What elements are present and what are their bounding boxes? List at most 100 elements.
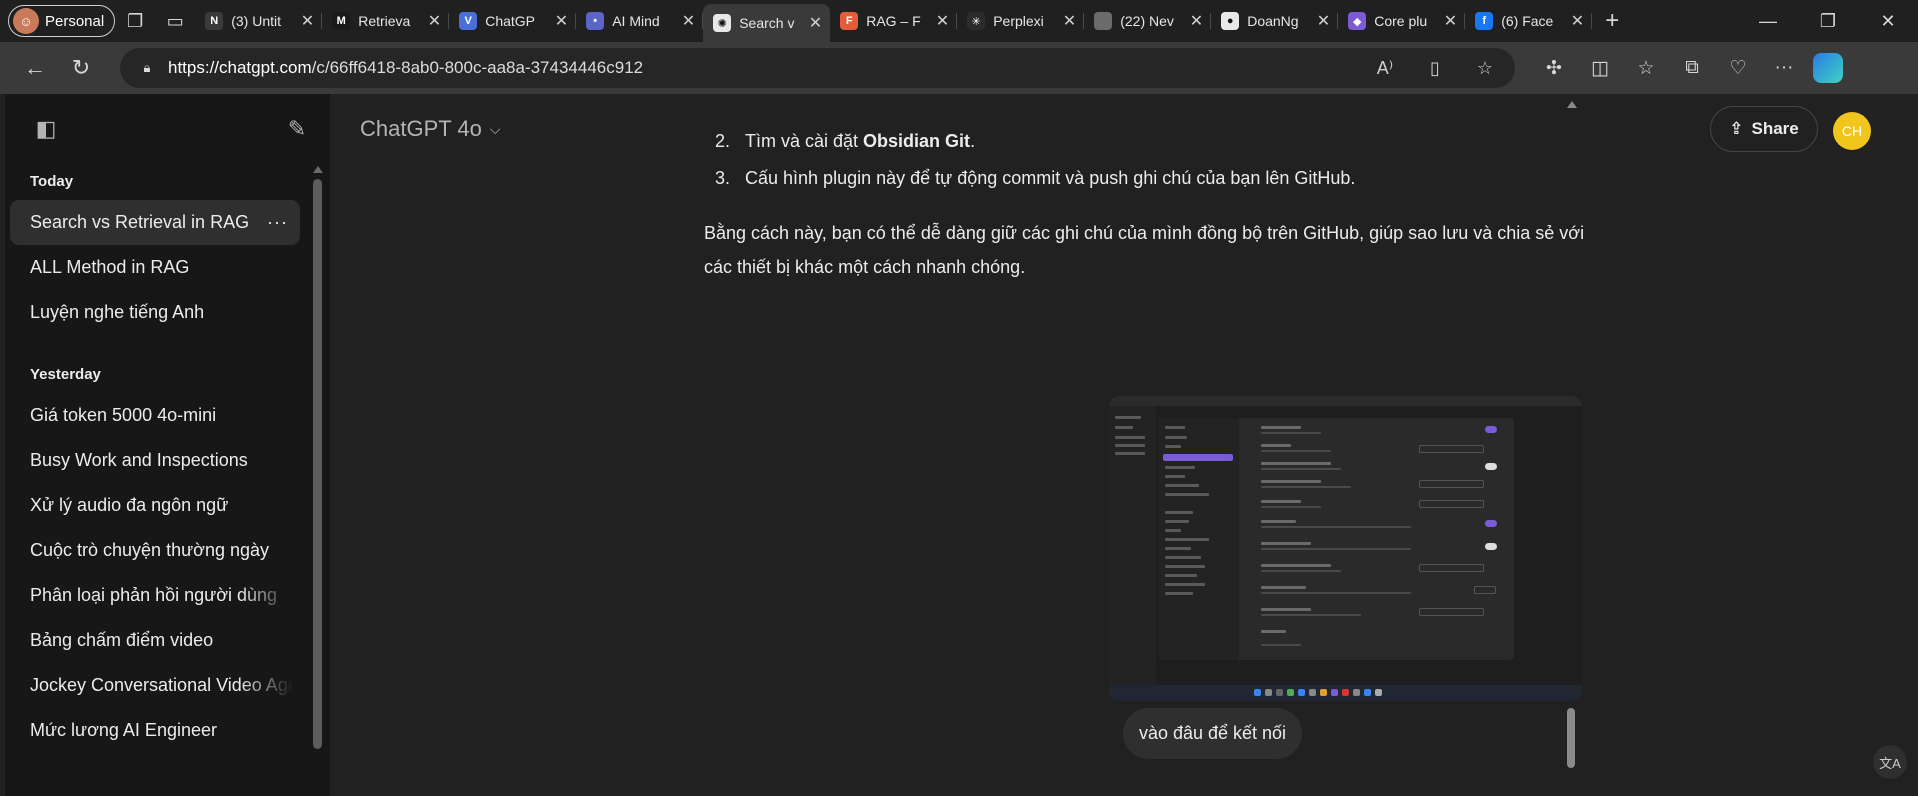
browser-tab[interactable]: f (6) Face ✕ [1465, 4, 1593, 38]
collections-icon[interactable]: ⧉ [1669, 57, 1715, 80]
share-button[interactable]: ⇪ Share [1710, 106, 1818, 152]
model-label: ChatGPT 4o [360, 116, 482, 141]
main-scroll-thumb[interactable] [1567, 708, 1575, 768]
close-tab-icon[interactable]: ✕ [1571, 11, 1584, 31]
browser-tab[interactable]: ● DoanNg ✕ [1211, 4, 1339, 38]
url-field[interactable]: 🔒︎ https://chatgpt.com/c/66ff6418-8ab0-8… [120, 48, 1515, 88]
close-tab-icon[interactable]: ✕ [555, 11, 568, 31]
chat-item-label: Jockey Conversational Video Age [30, 675, 298, 695]
window-controls: — ❐ ✕ [1738, 11, 1918, 32]
chatgpt-icon: ✺ [713, 14, 732, 32]
browser-tab[interactable]: ✳ Perplexi ✕ [957, 4, 1085, 38]
more-menu-icon[interactable]: ··· [1761, 57, 1807, 80]
tab-title: Search v [739, 15, 795, 31]
profile-button[interactable]: ☺ Personal [8, 5, 116, 37]
sidebar-chat-item[interactable]: Phân loại phản hồi người dùng [5, 573, 305, 618]
sidebar-chat-item[interactable]: Xử lý audio đa ngôn ngữ [5, 483, 305, 528]
translate-icon[interactable]: 文A [1873, 745, 1907, 779]
model-selector[interactable]: ChatGPT 4o ⌵ [360, 116, 501, 142]
read-aloud-icon[interactable]: A⁾ [1367, 58, 1403, 79]
sidebar-chat-item[interactable]: Search vs Retrieval in RAG ··· [10, 200, 300, 245]
blank-tab-icon [1094, 12, 1113, 30]
browser-tab[interactable]: M Retrieva ✕ [322, 4, 450, 38]
chat-item-label: Busy Work and Inspections [30, 450, 248, 470]
back-icon[interactable]: ← [12, 50, 58, 86]
refresh-icon[interactable]: ↻ [58, 50, 104, 86]
assistant-list-item: 3. Cấu hình plugin này để tự động commit … [715, 168, 1355, 189]
toolbar-icons: ✣ ◫ ☆ ⧉ ♡ ··· [1531, 57, 1807, 80]
close-tab-icon[interactable]: ✕ [936, 11, 949, 31]
close-tab-icon[interactable]: ✕ [1190, 11, 1203, 31]
list-number: 2. [715, 131, 731, 151]
close-tab-icon[interactable]: ✕ [809, 13, 822, 33]
sidebar-chat-item[interactable]: Bảng chấm điểm video [5, 618, 305, 663]
chat-item-label: Xử lý audio đa ngôn ngữ [30, 495, 229, 515]
close-tab-icon[interactable]: ✕ [428, 11, 441, 31]
user-avatar[interactable]: CH [1833, 112, 1871, 150]
close-tab-icon[interactable]: ✕ [682, 11, 695, 31]
tab-title: (22) Nev [1120, 13, 1174, 29]
scroll-up-icon[interactable] [313, 166, 323, 173]
copilot-icon[interactable] [1813, 53, 1843, 83]
sidebar-scroll-thumb[interactable] [313, 179, 322, 749]
browser-essentials-icon[interactable]: ♡ [1715, 57, 1761, 80]
sidebar-chat-item[interactable]: Mức lương AI Engineer [5, 708, 305, 753]
main-scrollbar[interactable] [1567, 96, 1577, 796]
browser-tab[interactable]: N (3) Untit ✕ [195, 4, 323, 38]
chat-item-label: Phân loại phản hồi người dùng [30, 585, 278, 605]
list-suffix: . [970, 131, 976, 151]
browser-tab[interactable]: V ChatGP ✕ [449, 4, 577, 38]
perplexity-icon: ✳ [967, 12, 986, 30]
browser-tab[interactable]: (22) Nev ✕ [1084, 4, 1212, 38]
browser-tab[interactable]: • AI Mind ✕ [576, 4, 704, 38]
sidebar-chat-item[interactable]: Jockey Conversational Video Age [5, 663, 305, 708]
tab-actions-icon[interactable]: ▭ [155, 5, 195, 37]
tab-title: Retrieva [358, 13, 411, 29]
list-number: 3. [715, 168, 731, 188]
chat-item-label: Search vs Retrieval in RAG [30, 212, 250, 232]
image-titlebar [1109, 396, 1582, 406]
minimize-icon[interactable]: — [1738, 11, 1798, 32]
share-label: Share [1751, 119, 1799, 138]
github-icon: ● [1221, 12, 1240, 30]
attached-image[interactable] [1109, 396, 1582, 701]
close-tab-icon[interactable]: ✕ [1317, 11, 1330, 31]
split-screen-icon[interactable]: ◫ [1577, 57, 1623, 80]
close-tab-icon[interactable]: ✕ [1063, 11, 1076, 31]
tab-title: (6) Face [1501, 13, 1554, 29]
sidebar-scrollbar[interactable] [313, 162, 323, 762]
immersive-reader-icon[interactable]: ▯ [1417, 58, 1453, 79]
url-text[interactable]: https://chatgpt.com/c/66ff6418-8ab0-800c… [168, 58, 1353, 78]
sidebar-section-title: Today [30, 173, 74, 190]
new-tab-button[interactable]: + [1592, 7, 1632, 35]
url-path: /c/66ff6418-8ab0-800c-aa8a-37434446c912 [311, 58, 644, 77]
tab-title: Perplexi [993, 13, 1044, 29]
browser-tab[interactable]: ◆ Core plu ✕ [1338, 4, 1466, 38]
favorites-icon[interactable]: ☆ [1623, 57, 1669, 80]
list-bold-text: Obsidian Git [863, 131, 971, 151]
sidebar-section-title: Yesterday [30, 366, 101, 383]
close-window-icon[interactable]: ✕ [1858, 11, 1918, 32]
tab-strip: N (3) Untit ✕ M Retrieva ✕ V ChatGP ✕ • AI Mind ✕ ✺ S… [195, 0, 1593, 42]
share-icon: ⇪ [1729, 119, 1744, 138]
browser-tab[interactable]: F RAG – F ✕ [830, 4, 958, 38]
close-tab-icon[interactable]: ✕ [1444, 11, 1457, 31]
sidebar-chat-item[interactable]: Luyện nghe tiếng Anh [5, 290, 305, 335]
sidebar-chat-item[interactable]: Cuộc trò chuyện thường ngày [5, 528, 305, 573]
favorite-star-icon[interactable]: ☆ [1467, 58, 1503, 79]
lock-icon[interactable]: 🔒︎ [140, 60, 154, 76]
sidebar-chat-item[interactable]: Busy Work and Inspections [5, 438, 305, 483]
restore-icon[interactable]: ❐ [1798, 11, 1858, 32]
new-chat-icon[interactable]: ✎ [282, 114, 312, 144]
chat-options-icon[interactable]: ··· [267, 200, 288, 245]
toggle-sidebar-icon[interactable]: ◧ [31, 114, 61, 144]
chat-sidebar: ◧ ✎ Today Search vs Retrieval in RAG ··· AL… [5, 94, 330, 796]
main-scroll-up-icon[interactable] [1567, 101, 1577, 108]
sidebar-chat-item[interactable]: Giá token 5000 4o-mini [5, 393, 305, 438]
list-text: Cấu hình plugin này để tự động commit và… [745, 168, 1356, 188]
sidebar-chat-item[interactable]: ALL Method in RAG [5, 245, 305, 290]
browser-tab[interactable]: ✺ Search v ✕ [703, 4, 831, 42]
extensions-icon[interactable]: ✣ [1531, 57, 1577, 80]
workspaces-icon[interactable]: ❐ [115, 5, 155, 37]
close-tab-icon[interactable]: ✕ [301, 11, 314, 31]
